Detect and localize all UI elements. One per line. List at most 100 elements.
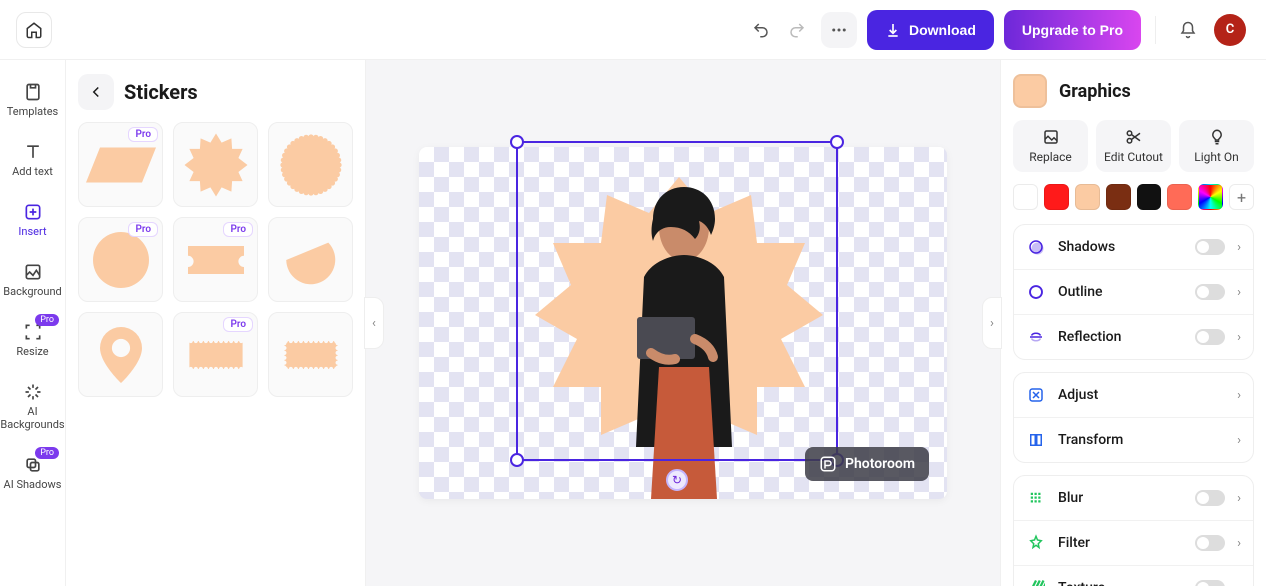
home-button[interactable] [16, 12, 52, 48]
replace-icon [1042, 128, 1060, 146]
layer-thumbnail[interactable] [1013, 74, 1047, 108]
download-icon [885, 22, 901, 38]
nav-insert[interactable]: Insert [0, 190, 65, 250]
sticker-tile-ticket[interactable]: Pro [173, 217, 258, 302]
sticker-tile-circle[interactable]: Pro [78, 217, 163, 302]
selection-rotate-handle[interactable]: ↻ [666, 469, 688, 491]
nav-add-text[interactable]: Add text [0, 130, 65, 190]
avatar[interactable]: C [1214, 14, 1246, 46]
redo-button[interactable] [779, 12, 815, 48]
selection-box[interactable]: ↻ [516, 141, 838, 461]
insert-icon [23, 202, 43, 222]
lightbulb-icon [1208, 128, 1226, 146]
sticker-tile-burst20[interactable] [173, 122, 258, 207]
pro-badge: Pro [128, 127, 158, 142]
panel-collapse-left[interactable]: ‹ [364, 297, 384, 349]
adjust-icon [1026, 385, 1046, 405]
stickers-title: Stickers [124, 80, 198, 104]
action-label: Edit Cutout [1104, 150, 1163, 164]
sticker-tile-pin[interactable] [78, 312, 163, 397]
chevron-right-icon: › [1237, 240, 1241, 255]
sticker-tile-parallelogram[interactable]: Pro [78, 122, 163, 207]
sparkle-icon [23, 382, 43, 402]
action-light-on[interactable]: Light On [1179, 120, 1254, 172]
property-row-blur[interactable]: Blur › [1014, 476, 1253, 520]
outline-icon [1026, 282, 1046, 302]
bell-icon [1179, 21, 1197, 39]
color-swatch[interactable] [1106, 184, 1131, 210]
blur-icon [1026, 488, 1046, 508]
color-picker-swatch[interactable] [1198, 184, 1223, 210]
download-label: Download [909, 22, 976, 38]
nav-label: AI Backgrounds [0, 406, 64, 430]
property-row-texture[interactable]: Texture › [1014, 565, 1253, 586]
nav-ai-shadows[interactable]: Pro AI Shadows [0, 443, 65, 503]
selection-handle-tl[interactable] [510, 135, 524, 149]
pro-badge: Pro [128, 222, 158, 237]
property-label: Outline [1058, 284, 1183, 300]
avatar-initial: C [1226, 22, 1235, 37]
pro-badge: Pro [223, 222, 253, 237]
property-row-filter[interactable]: Filter › [1014, 520, 1253, 565]
divider [1155, 16, 1156, 44]
property-label: Shadows [1058, 239, 1183, 255]
color-swatch[interactable] [1075, 184, 1100, 210]
toggle[interactable] [1195, 580, 1225, 586]
nav-templates[interactable]: Templates [0, 70, 65, 130]
upgrade-button[interactable]: Upgrade to Pro [1004, 10, 1141, 50]
chevron-right-icon: › [1237, 491, 1241, 506]
property-label: Reflection [1058, 329, 1183, 345]
nav-label: Add text [12, 166, 53, 178]
color-swatch[interactable] [1137, 184, 1162, 210]
more-button[interactable] [821, 12, 857, 48]
color-swatches: + [1013, 184, 1254, 210]
toggle[interactable] [1195, 329, 1225, 345]
undo-button[interactable] [743, 12, 779, 48]
photoroom-logo-icon [819, 455, 837, 473]
selection-handle-bl[interactable] [510, 453, 524, 467]
pro-badge: Pro [35, 447, 59, 459]
action-label: Replace [1029, 150, 1072, 164]
shadow-icon [1026, 237, 1046, 257]
color-swatch[interactable] [1044, 184, 1069, 210]
property-row-adjust[interactable]: Adjust › [1014, 373, 1253, 417]
property-row-shadows[interactable]: Shadows › [1014, 225, 1253, 269]
property-row-transform[interactable]: Transform › [1014, 417, 1253, 462]
property-label: Filter [1058, 535, 1183, 551]
action-edit-cutout[interactable]: Edit Cutout [1096, 120, 1171, 172]
property-row-reflection[interactable]: Reflection › [1014, 314, 1253, 359]
toggle[interactable] [1195, 239, 1225, 255]
add-color-swatch[interactable]: + [1229, 184, 1254, 210]
sticker-tile-stamp2[interactable] [268, 312, 353, 397]
nav-label: Templates [7, 106, 58, 118]
background-icon [23, 262, 43, 282]
panel-title: Graphics [1059, 81, 1131, 102]
download-button[interactable]: Download [867, 10, 994, 50]
toggle[interactable] [1195, 284, 1225, 300]
selection-handle-tr[interactable] [830, 135, 844, 149]
back-button[interactable] [78, 74, 114, 110]
sticker-tile-burst36[interactable] [268, 122, 353, 207]
chevron-right-icon: › [1237, 536, 1241, 551]
property-label: Adjust [1058, 387, 1225, 403]
nav-label: Background [3, 286, 61, 298]
nav-label: AI Shadows [4, 479, 62, 491]
color-swatch[interactable] [1167, 184, 1192, 210]
nav-ai-backgrounds[interactable]: AI Backgrounds [0, 370, 65, 442]
chevron-right-icon: › [1237, 285, 1241, 300]
color-swatch[interactable] [1013, 184, 1038, 210]
property-row-outline[interactable]: Outline › [1014, 269, 1253, 314]
panel-collapse-right[interactable]: › [982, 297, 1002, 349]
sticker-tile-teardrop[interactable] [268, 217, 353, 302]
toggle[interactable] [1195, 535, 1225, 551]
reflection-icon [1026, 327, 1046, 347]
toggle[interactable] [1195, 490, 1225, 506]
text-icon [23, 142, 43, 162]
nav-resize[interactable]: Pro Resize [0, 310, 65, 370]
nav-background[interactable]: Background [0, 250, 65, 310]
sticker-tile-stamp[interactable]: Pro [173, 312, 258, 397]
chevron-right-icon: › [1237, 388, 1241, 403]
notifications-button[interactable] [1170, 12, 1206, 48]
action-replace[interactable]: Replace [1013, 120, 1088, 172]
artboard[interactable]: ↻ Photoroom [419, 147, 947, 499]
